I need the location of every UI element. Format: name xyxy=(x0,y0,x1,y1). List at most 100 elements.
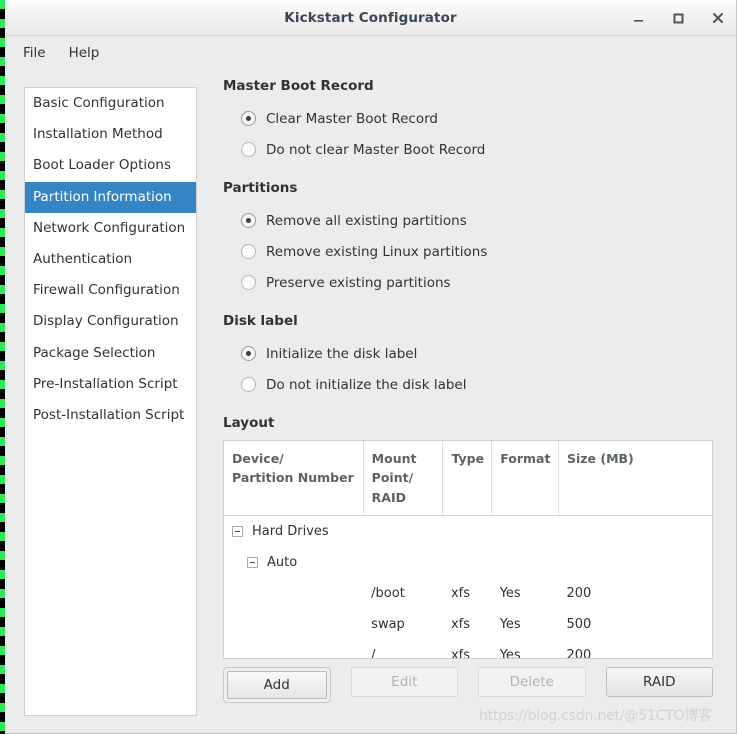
radio-indicator-clear-mbr xyxy=(241,111,256,126)
delete-button[interactable]: Delete xyxy=(478,667,586,697)
close-icon[interactable] xyxy=(708,8,728,28)
sidebar-item-boot-loader-options[interactable]: Boot Loader Options xyxy=(25,150,196,181)
column-header-mount-line1: Mount Point/ xyxy=(371,451,417,486)
table-row[interactable]: /boot xfs Yes 200 xyxy=(224,578,712,609)
sidebar-item-network-configuration[interactable]: Network Configuration xyxy=(25,213,196,244)
radio-label-remove-existing-linux-partitions: Remove existing Linux partitions xyxy=(266,243,488,260)
cell-format: Yes xyxy=(499,616,521,632)
sidebar-item-display-configuration[interactable]: Display Configuration xyxy=(25,306,196,337)
table-row[interactable]: / xfs Yes 200 xyxy=(224,640,712,659)
edge-marker-strip xyxy=(0,0,5,734)
sidebar-item-package-selection[interactable]: Package Selection xyxy=(25,338,196,369)
section-title-partitions: Partitions xyxy=(223,180,298,196)
section-title-disk-label: Disk label xyxy=(223,313,298,329)
sidebar-item-pre-installation-script[interactable]: Pre-Installation Script xyxy=(25,369,196,400)
radio-label-clear-mbr: Clear Master Boot Record xyxy=(266,110,438,127)
column-header-mount-point[interactable]: Mount Point/ RAID xyxy=(363,441,444,517)
cell-type xyxy=(443,547,492,578)
layout-button-row: Add Edit Delete RAID xyxy=(223,667,713,703)
cell-format xyxy=(492,516,559,547)
cell-mount: swap xyxy=(371,616,405,632)
cell-format xyxy=(492,547,559,578)
radio-remove-existing-linux-partitions[interactable]: Remove existing Linux partitions xyxy=(223,236,487,267)
sidebar-item-post-installation-script[interactable]: Post-Installation Script xyxy=(25,400,196,431)
cell-size: 500 xyxy=(566,616,592,632)
radio-label-remove-all-existing-partitions: Remove all existing partitions xyxy=(266,212,467,229)
window-body: Basic Configuration Installation Method … xyxy=(5,70,736,733)
window-controls xyxy=(628,0,728,36)
cell-mount xyxy=(363,547,443,578)
section-title-master-boot-record: Master Boot Record xyxy=(223,78,374,94)
application-window: Kickstart Configurator File Help Basic C… xyxy=(5,0,737,734)
column-header-device[interactable]: Device/ Partition Number xyxy=(224,441,364,517)
radio-label-preserve-existing-partitions: Preserve existing partitions xyxy=(266,274,451,291)
table-row[interactable]: swap xfs Yes 500 xyxy=(224,609,712,640)
column-header-device-line2: Partition Number xyxy=(232,470,354,486)
expander-icon-hard-drives[interactable] xyxy=(232,525,243,537)
cell-mount xyxy=(363,516,443,547)
cell-device xyxy=(224,609,363,640)
cell-type: xfs xyxy=(450,647,471,659)
section-master-boot-record: Master Boot Record Clear Master Boot Rec… xyxy=(223,78,485,165)
cell-device: Hard Drives xyxy=(224,516,363,547)
column-header-type[interactable]: Type xyxy=(442,441,493,517)
radio-label-do-not-clear-mbr: Do not clear Master Boot Record xyxy=(266,141,486,158)
cell-type: xfs xyxy=(450,585,471,601)
radio-do-not-initialize-disk-label[interactable]: Do not initialize the disk label xyxy=(223,369,466,400)
sidebar-item-basic-configuration[interactable]: Basic Configuration xyxy=(25,88,196,119)
tree-label-hard-drives: Hard Drives xyxy=(252,523,329,539)
table-header-row: Device/ Partition Number Mount Point/ RA… xyxy=(224,441,712,517)
cell-size xyxy=(558,516,712,547)
section-disk-label: Disk label Initialize the disk label Do … xyxy=(223,313,466,400)
radio-clear-mbr[interactable]: Clear Master Boot Record xyxy=(223,103,485,134)
radio-remove-all-existing-partitions[interactable]: Remove all existing partitions xyxy=(223,205,487,236)
sidebar-item-authentication[interactable]: Authentication xyxy=(25,244,196,275)
navigation-sidebar: Basic Configuration Installation Method … xyxy=(24,87,197,716)
cell-device xyxy=(224,640,363,658)
cell-format: Yes xyxy=(499,585,521,601)
menu-item-help[interactable]: Help xyxy=(61,41,108,65)
section-title-layout: Layout xyxy=(223,415,275,431)
sidebar-item-installation-method[interactable]: Installation Method xyxy=(25,119,196,150)
radio-preserve-existing-partitions[interactable]: Preserve existing partitions xyxy=(223,267,487,298)
raid-button[interactable]: RAID xyxy=(605,667,713,697)
sidebar-item-firewall-configuration[interactable]: Firewall Configuration xyxy=(25,275,196,306)
radio-label-initialize-disk-label: Initialize the disk label xyxy=(266,345,418,362)
cell-device: Auto xyxy=(224,547,363,578)
cell-size: 200 xyxy=(566,647,592,659)
cell-device xyxy=(224,578,363,609)
partition-information-pane: Master Boot Record Clear Master Boot Rec… xyxy=(213,70,713,733)
radio-indicator-preserve-existing-partitions xyxy=(241,275,256,290)
menu-item-file[interactable]: File xyxy=(15,41,54,65)
expander-icon-auto[interactable] xyxy=(247,556,258,568)
cell-mount: /boot xyxy=(371,585,405,601)
minimize-icon[interactable] xyxy=(628,8,648,28)
column-header-mount-line2: RAID xyxy=(371,489,406,505)
cell-size xyxy=(558,547,712,578)
section-layout: Layout Device/ Partition Number Mount Po… xyxy=(223,415,717,703)
table-row[interactable]: Hard Drives xyxy=(224,516,712,547)
radio-label-do-not-initialize-disk-label: Do not initialize the disk label xyxy=(266,376,467,393)
tree-label-auto: Auto xyxy=(267,554,298,570)
partition-layout-table: Device/ Partition Number Mount Point/ RA… xyxy=(223,440,713,659)
radio-indicator-do-not-initialize-disk-label xyxy=(241,377,256,392)
section-partitions: Partitions Remove all existing partition… xyxy=(223,180,487,298)
radio-indicator-remove-all-existing-partitions xyxy=(241,213,256,228)
table-row[interactable]: Auto xyxy=(224,547,712,578)
cell-type xyxy=(443,516,492,547)
cell-format: Yes xyxy=(499,647,521,659)
edit-button[interactable]: Edit xyxy=(350,667,458,697)
column-header-format[interactable]: Format xyxy=(491,441,559,517)
radio-indicator-remove-existing-linux-partitions xyxy=(241,244,256,259)
radio-initialize-disk-label[interactable]: Initialize the disk label xyxy=(223,338,466,369)
add-button[interactable]: Add xyxy=(223,667,331,703)
add-button-label: Add xyxy=(227,671,327,699)
radio-do-not-clear-mbr[interactable]: Do not clear Master Boot Record xyxy=(223,134,485,165)
menu-bar: File Help xyxy=(5,36,736,70)
window-title: Kickstart Configurator xyxy=(284,10,457,26)
column-header-size[interactable]: Size (MB) xyxy=(558,441,712,517)
title-bar: Kickstart Configurator xyxy=(5,0,736,36)
sidebar-item-partition-information[interactable]: Partition Information xyxy=(25,181,196,213)
radio-indicator-do-not-clear-mbr xyxy=(241,142,256,157)
maximize-icon[interactable] xyxy=(668,8,688,28)
